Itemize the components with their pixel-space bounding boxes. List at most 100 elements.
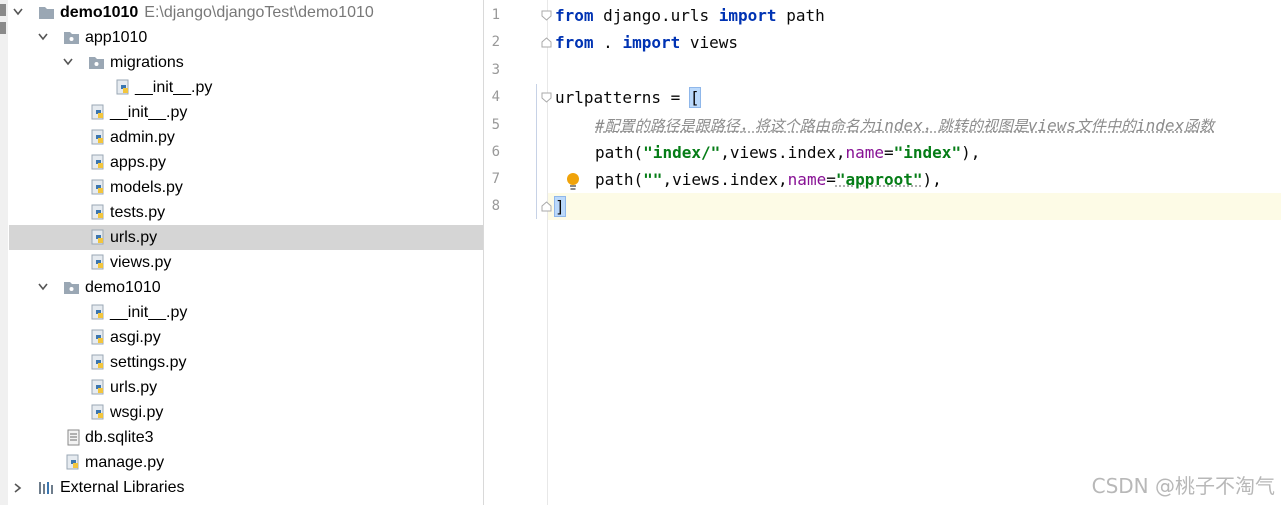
python-file-icon bbox=[91, 229, 104, 245]
fold-marker-icon[interactable] bbox=[541, 92, 552, 103]
tree-file-manage[interactable]: manage.py bbox=[9, 450, 483, 475]
code-token: = bbox=[884, 143, 894, 162]
tool-window-strip[interactable] bbox=[0, 0, 8, 505]
current-line-highlight bbox=[548, 193, 1281, 220]
python-file-icon bbox=[91, 154, 104, 170]
code-line-5-comment[interactable]: #配置的路径是跟路径，将这个路由命名为index，跳转的视图是views文件中的… bbox=[595, 112, 1214, 139]
library-icon bbox=[39, 482, 53, 494]
package-folder-icon bbox=[64, 282, 79, 294]
code-line-2[interactable]: from . import views bbox=[555, 29, 738, 56]
text-file-icon bbox=[67, 429, 80, 446]
python-file-icon bbox=[91, 204, 104, 220]
python-file-icon bbox=[91, 254, 104, 270]
python-file-icon bbox=[91, 304, 104, 320]
code-token: "index" bbox=[893, 143, 962, 162]
fold-marker-icon[interactable] bbox=[541, 37, 552, 48]
intention-bulb-icon[interactable] bbox=[565, 172, 581, 192]
tree-item-label: urls.py bbox=[110, 379, 158, 396]
tree-file-db-sqlite3[interactable]: db.sqlite3 bbox=[9, 425, 483, 450]
strip-marker bbox=[0, 22, 6, 34]
tree-file-apps[interactable]: apps.py bbox=[9, 150, 483, 175]
tree-folder-migrations[interactable]: migrations bbox=[9, 50, 483, 75]
tree-item-label: tests.py bbox=[110, 204, 166, 221]
code-token: path bbox=[776, 6, 825, 25]
watermark: CSDN @桃子不淘气 bbox=[1091, 474, 1275, 498]
chevron-down-icon[interactable] bbox=[36, 275, 50, 300]
python-file-icon bbox=[91, 329, 104, 345]
tree-root-label: demo1010 E:\django\djangoTest\demo1010 bbox=[60, 4, 374, 21]
code-line-7[interactable]: path("",views.index,name="approot"), bbox=[595, 166, 942, 193]
package-folder-icon bbox=[89, 57, 104, 69]
line-number: 5 bbox=[491, 117, 500, 133]
code-token: views bbox=[680, 33, 739, 52]
fold-marker-icon[interactable] bbox=[541, 10, 552, 21]
code-token: django.urls bbox=[593, 6, 719, 25]
code-token: # bbox=[595, 116, 605, 135]
tree-file-admin[interactable]: admin.py bbox=[9, 125, 483, 150]
tree-file-app-urls[interactable]: urls.py bbox=[9, 225, 483, 250]
line-number: 3 bbox=[491, 62, 500, 78]
tree-item-label: db.sqlite3 bbox=[85, 429, 154, 446]
code-token: ), bbox=[961, 143, 981, 162]
tree-file-views[interactable]: views.py bbox=[9, 250, 483, 275]
tree-external-libraries[interactable]: External Libraries bbox=[9, 475, 483, 500]
tree-file-migrations-init[interactable]: __init__.py bbox=[9, 75, 483, 100]
python-file-icon bbox=[91, 404, 104, 420]
chevron-right-icon[interactable] bbox=[11, 475, 25, 500]
matched-bracket: ] bbox=[554, 196, 566, 217]
matched-bracket: [ bbox=[688, 87, 701, 108]
code-token: 配置的路径是跟路径，将这个路由命名为 bbox=[604, 117, 875, 135]
code-token: views bbox=[1027, 116, 1077, 135]
python-file-icon bbox=[91, 104, 104, 120]
tree-file-tests[interactable]: tests.py bbox=[9, 200, 483, 225]
tree-file-models[interactable]: models.py bbox=[9, 175, 483, 200]
tree-folder-demo1010[interactable]: demo1010 bbox=[9, 275, 483, 300]
line-number: 7 bbox=[491, 171, 500, 187]
code-line-1[interactable]: from django.urls import path bbox=[555, 2, 825, 29]
tree-root-demo1010[interactable]: demo1010 E:\django\djangoTest\demo1010 bbox=[9, 0, 483, 25]
line-number: 2 bbox=[491, 34, 500, 50]
tree-file-wsgi[interactable]: wsgi.py bbox=[9, 400, 483, 425]
tree-file-demo-init[interactable]: __init__.py bbox=[9, 300, 483, 325]
code-token: ，跳转的视图是 bbox=[922, 117, 1028, 135]
strip-marker bbox=[0, 4, 6, 16]
tree-folder-app1010[interactable]: app1010 bbox=[9, 25, 483, 50]
chevron-down-icon[interactable] bbox=[61, 50, 75, 75]
tree-file-settings[interactable]: settings.py bbox=[9, 350, 483, 375]
chevron-down-icon[interactable] bbox=[11, 0, 25, 25]
line-number: 6 bbox=[491, 144, 500, 160]
code-token: ,views.index, bbox=[662, 170, 788, 189]
code-token: . bbox=[593, 33, 623, 52]
code-editor[interactable]: 1 2 3 4 5 6 7 8 from django.urls import … bbox=[484, 0, 1281, 505]
tree-item-label: apps.py bbox=[110, 154, 167, 171]
code-line-8[interactable]: ] bbox=[554, 193, 566, 220]
tree-item-label: admin.py bbox=[110, 129, 175, 146]
code-line-6[interactable]: path("index/",views.index,name="index"), bbox=[595, 139, 980, 166]
tree-item-label: __init__.py bbox=[135, 79, 213, 96]
tree-file-asgi[interactable]: asgi.py bbox=[9, 325, 483, 350]
code-token: = bbox=[826, 170, 836, 189]
tree-item-label: External Libraries bbox=[60, 479, 185, 496]
code-token: urlpatterns = bbox=[555, 88, 690, 107]
code-token: index bbox=[874, 116, 923, 135]
tree-root-path: E:\django\djangoTest\demo1010 bbox=[144, 4, 374, 21]
line-number-gutter[interactable]: 1 2 3 4 5 6 7 8 bbox=[484, 0, 552, 505]
code-token: path( bbox=[595, 170, 644, 189]
tree-item-label: models.py bbox=[110, 179, 183, 196]
code-token: ), bbox=[922, 170, 942, 189]
fold-marker-icon[interactable] bbox=[541, 201, 552, 212]
package-folder-icon bbox=[64, 32, 79, 44]
tree-file-app-init[interactable]: __init__.py bbox=[9, 100, 483, 125]
tree-item-label: manage.py bbox=[85, 454, 165, 471]
code-token: "index/" bbox=[643, 143, 721, 162]
tree-item-label: wsgi.py bbox=[110, 404, 164, 421]
tree-item-label: demo1010 bbox=[85, 279, 161, 296]
folder-icon bbox=[39, 7, 54, 19]
tree-file-demo-urls[interactable]: urls.py bbox=[9, 375, 483, 400]
chevron-down-icon[interactable] bbox=[36, 25, 50, 50]
python-file-icon bbox=[91, 179, 104, 195]
code-token: import bbox=[718, 6, 777, 25]
code-line-4[interactable]: urlpatterns = [ bbox=[555, 84, 701, 111]
code-token: 函数 bbox=[1184, 117, 1215, 135]
code-token: name bbox=[845, 143, 884, 162]
